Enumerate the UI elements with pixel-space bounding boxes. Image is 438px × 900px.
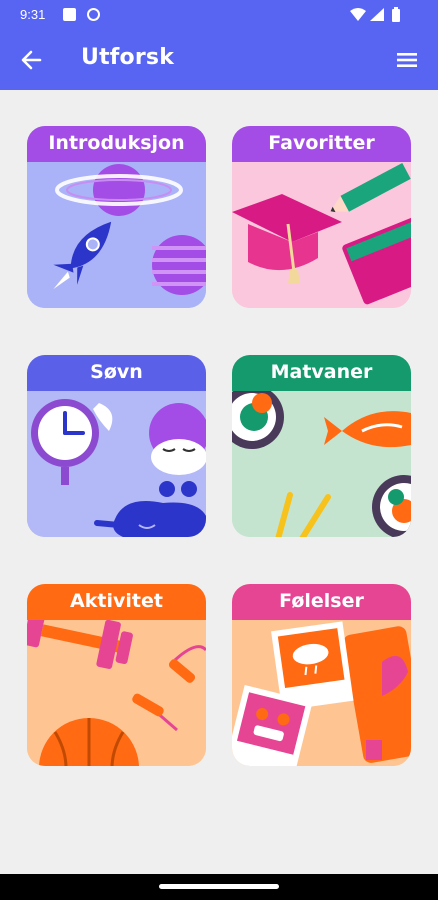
page-title: Utforsk bbox=[81, 45, 175, 70]
category-card-title: Matvaner bbox=[232, 355, 411, 391]
card-illustration bbox=[27, 391, 206, 537]
app-bar: Utforsk bbox=[0, 30, 438, 90]
arrow-left-icon bbox=[21, 50, 42, 70]
card-illustration bbox=[27, 620, 206, 766]
category-card-title: Aktivitet bbox=[27, 584, 206, 620]
category-card-title: Favoritter bbox=[232, 126, 411, 162]
status-bar: 9:31 bbox=[0, 0, 438, 30]
status-time: 9:31 bbox=[20, 7, 46, 22]
notification-square-icon bbox=[63, 8, 76, 21]
category-card-title: Søvn bbox=[27, 355, 206, 391]
card-illustration bbox=[232, 391, 411, 537]
battery-icon bbox=[392, 9, 400, 22]
card-illustration bbox=[232, 620, 411, 766]
category-card-title: Følelser bbox=[232, 584, 411, 620]
sync-circle-icon bbox=[87, 8, 100, 21]
status-icons bbox=[350, 7, 400, 22]
category-card-favoritter[interactable]: Favoritter bbox=[232, 126, 411, 308]
card-illustration bbox=[27, 162, 206, 308]
menu-button[interactable] bbox=[394, 46, 422, 74]
wifi-icon bbox=[350, 8, 366, 21]
back-button[interactable] bbox=[14, 44, 50, 76]
category-card-sovn[interactable]: Søvn bbox=[27, 355, 206, 537]
cellular-signal-icon bbox=[370, 8, 384, 21]
category-card-matvaner[interactable]: Matvaner bbox=[232, 355, 411, 537]
home-gesture-handle[interactable] bbox=[159, 884, 279, 889]
hamburger-menu-icon bbox=[397, 53, 417, 67]
category-card-folelser[interactable]: Følelser bbox=[232, 584, 411, 766]
category-card-aktivitet[interactable]: Aktivitet bbox=[27, 584, 206, 766]
card-illustration bbox=[232, 162, 411, 308]
system-navigation-bar bbox=[0, 874, 438, 900]
category-card-introduksjon[interactable]: Introduksjon bbox=[27, 126, 206, 308]
category-card-title: Introduksjon bbox=[27, 126, 206, 162]
